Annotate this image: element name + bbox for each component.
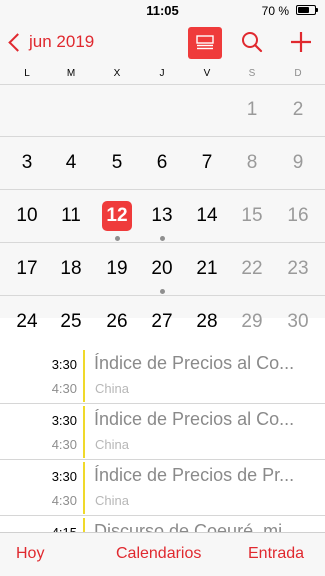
- day-cell[interactable]: 21: [190, 252, 224, 286]
- day-cell[interactable]: 8: [235, 146, 269, 180]
- event-location: China: [95, 437, 129, 452]
- day-cell[interactable]: 15: [235, 199, 269, 233]
- day-cell[interactable]: 17: [10, 252, 44, 286]
- list-view-toggle-button[interactable]: [188, 27, 222, 59]
- status-bar: 11:05 70 %: [0, 0, 325, 22]
- plus-icon: [291, 32, 311, 52]
- day-cell[interactable]: 22: [235, 252, 269, 286]
- day-cell[interactable]: 25: [54, 305, 88, 339]
- event-location: China: [95, 493, 129, 508]
- week-row: 24 25 26 27 28 29 30: [0, 296, 325, 349]
- event-row[interactable]: 4:15 Discurso de Coeuré, mi...: [0, 516, 325, 532]
- weekday-label: J: [159, 68, 165, 79]
- day-cell[interactable]: 10: [10, 199, 44, 233]
- event-title: Índice de Precios al Co...: [94, 353, 295, 373]
- search-button[interactable]: [238, 28, 266, 56]
- event-row[interactable]: 3:30 4:30 Índice de Precios de Pr... China: [0, 460, 325, 516]
- day-cell[interactable]: 18: [54, 252, 88, 286]
- day-cell[interactable]: 27: [145, 305, 179, 339]
- event-start-time: 3:30: [51, 357, 77, 372]
- month-grid: 1 2 3 4 5 6 7 8 9 10 11 12 13 14 15 16 17 18 19 20 21 22 23 24 2…: [0, 84, 325, 349]
- weekday-label: D: [294, 68, 302, 79]
- event-end-time: 4:30: [51, 437, 77, 452]
- event-start-time: 3:30: [51, 469, 77, 484]
- search-icon: [242, 32, 263, 53]
- event-title: Discurso de Coeuré, mi...: [94, 521, 298, 532]
- day-cell[interactable]: 2: [281, 93, 315, 127]
- day-cell[interactable]: 11: [54, 199, 88, 233]
- day-cell[interactable]: 19: [100, 252, 134, 286]
- add-event-button[interactable]: [287, 28, 315, 56]
- event-indicator-dot: [159, 289, 165, 294]
- event-indicator-dot: [114, 236, 120, 241]
- calendar-color-bar: [83, 350, 85, 402]
- event-start-time: 3:30: [51, 413, 77, 428]
- day-cell[interactable]: 20: [145, 252, 179, 286]
- event-row[interactable]: 3:30 4:30 Índice de Precios al Co... China: [0, 348, 325, 404]
- day-cell[interactable]: 16: [281, 199, 315, 233]
- back-to-year-button[interactable]: jun 2019: [6, 28, 94, 56]
- event-indicator-dot: [159, 236, 165, 241]
- day-cell[interactable]: 13: [145, 199, 179, 233]
- event-row[interactable]: 3:30 4:30 Índice de Precios al Co... China: [0, 404, 325, 460]
- event-end-time: 4:30: [51, 493, 77, 508]
- calendars-button[interactable]: Calendarios: [116, 545, 201, 563]
- weekday-label: X: [113, 68, 121, 79]
- day-cell[interactable]: 4: [54, 146, 88, 180]
- today-button[interactable]: Hoy: [16, 545, 44, 563]
- event-title: Índice de Precios al Co...: [94, 409, 295, 429]
- day-cell[interactable]: 28: [190, 305, 224, 339]
- inbox-button[interactable]: Entrada: [248, 545, 304, 563]
- day-cell-today[interactable]: 12: [102, 201, 132, 231]
- month-title: jun 2019: [29, 32, 95, 51]
- calendar-color-bar: [83, 518, 85, 532]
- day-cell[interactable]: 6: [145, 146, 179, 180]
- event-start-time: 4:15: [0, 525, 77, 532]
- calendar-color-bar: [83, 406, 85, 458]
- day-cell[interactable]: 14: [190, 199, 224, 233]
- battery-level: [298, 7, 309, 13]
- day-cell[interactable]: 29: [235, 305, 269, 339]
- week-row: 17 18 19 20 21 22 23: [0, 243, 325, 296]
- day-cell[interactable]: 9: [281, 146, 315, 180]
- bottom-toolbar: Hoy Calendarios Entrada: [0, 532, 325, 576]
- weekday-label: L: [24, 68, 30, 79]
- day-cell[interactable]: 30: [281, 305, 315, 339]
- weekday-label: M: [66, 68, 76, 79]
- day-cell[interactable]: 5: [100, 146, 134, 180]
- day-cell[interactable]: 1: [235, 93, 269, 127]
- event-title: Índice de Precios de Pr...: [94, 465, 295, 485]
- week-row: 10 11 12 13 14 15 16: [0, 190, 325, 243]
- list-view-icon: [196, 35, 214, 50]
- day-cell[interactable]: 7: [190, 146, 224, 180]
- week-row: 3456789: [0, 137, 325, 190]
- battery-icon: [296, 5, 318, 15]
- day-cell[interactable]: 3: [10, 146, 44, 180]
- weekday-label: V: [203, 68, 211, 79]
- day-cell[interactable]: 26: [100, 305, 134, 339]
- event-list: 3:30 4:30 Índice de Precios al Co... China 3…: [0, 348, 325, 532]
- day-cell[interactable]: 24: [10, 305, 44, 339]
- navigation-bar: jun 2019: [0, 22, 325, 64]
- event-location: China: [95, 381, 129, 396]
- calendar-color-bar: [83, 462, 85, 514]
- event-end-time: 4:30: [51, 381, 77, 396]
- battery-percent: 70 %: [261, 4, 289, 18]
- week-row: 12: [0, 84, 325, 137]
- weekday-header: LMXJVSD: [0, 64, 325, 85]
- weekday-label: S: [248, 68, 256, 79]
- day-cell[interactable]: 23: [281, 252, 315, 286]
- chevron-left-icon: [8, 32, 27, 52]
